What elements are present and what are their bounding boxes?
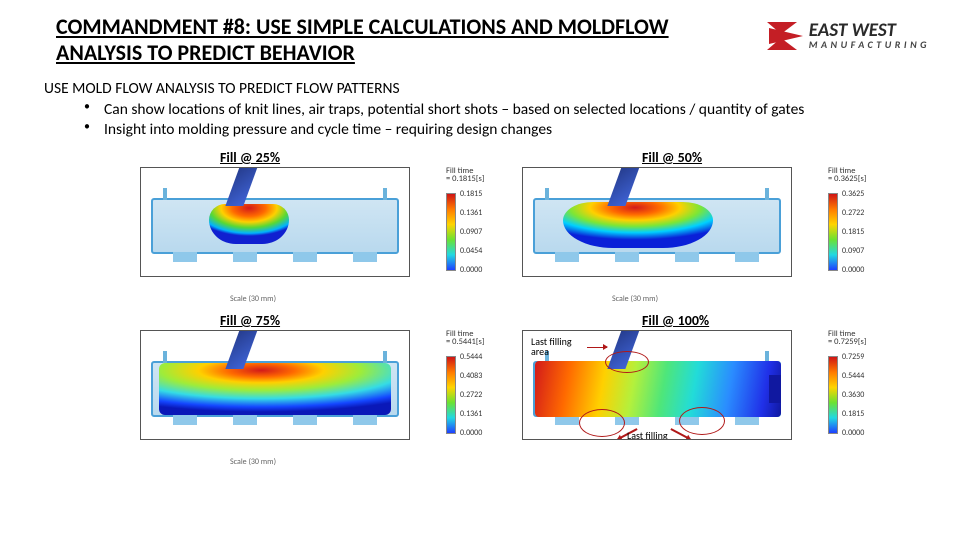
melt-front-icon [159, 363, 391, 415]
color-legend: Fill time = 0.5441[s] 0.5444 0.4083 0.27… [446, 330, 508, 450]
figure-grid: Fill @ 25% Scale (30 mm) Fill time = 0.1… [0, 141, 960, 467]
fill-scene: Last filling area Last filling area [522, 330, 792, 440]
logo-arrow-icon [767, 16, 803, 56]
legend-tick: 0.2722 [460, 390, 482, 400]
legend-gradient-icon [828, 193, 838, 271]
scale-caption: Scale (30 mm) [230, 457, 276, 467]
color-legend: Fill time = 0.1815[s] 0.1815 0.1361 0.09… [446, 167, 508, 287]
legend-gradient-icon [446, 356, 456, 434]
legend-title: Fill time = 0.7259[s] [828, 330, 890, 348]
legend-tick: 0.1815 [842, 409, 864, 419]
legend-title: Fill time = 0.1815[s] [446, 167, 508, 185]
legend-tick: 0.3625 [842, 189, 864, 199]
panel-label: Fill @ 100% [642, 312, 709, 329]
legend-tick: 0.0454 [460, 246, 482, 256]
annotation-text: Last filling area [627, 431, 668, 440]
fill-scene [522, 167, 792, 277]
annotation-text: Last filling area [531, 337, 572, 358]
legend-tick: 0.2722 [842, 208, 864, 218]
bullet-item: Insight into molding pressure and cycle … [74, 120, 930, 139]
legend-gradient-icon [828, 356, 838, 434]
panel-label: Fill @ 75% [220, 312, 280, 329]
company-logo: EAST WEST MANUFACTURING [767, 16, 930, 56]
fill-panel-100: Fill @ 100% Last filling area Last filli… [522, 312, 890, 467]
fill-panel-50: Fill @ 50% Scale (30 mm) Fill time = 0.3… [522, 149, 890, 304]
bullet-item: Can show locations of knit lines, air tr… [74, 100, 930, 119]
fill-scene [140, 330, 410, 440]
legend-tick: 0.1815 [842, 227, 864, 237]
melt-front-icon [535, 361, 781, 417]
legend-tick: 0.0000 [842, 428, 864, 438]
legend-tick: 0.0000 [460, 265, 482, 275]
legend-tick: 0.7259 [842, 352, 864, 362]
legend-gradient-icon [446, 193, 456, 271]
legend-tick: 0.5444 [842, 371, 864, 381]
subtitle: USE MOLD FLOW ANALYSIS TO PREDICT FLOW P… [44, 79, 930, 98]
panel-label: Fill @ 50% [642, 149, 702, 166]
fill-panel-75: Fill @ 75% Scale (30 mm) Fill time = 0.5… [140, 312, 508, 467]
legend-tick: 0.4083 [460, 371, 482, 381]
content-body: USE MOLD FLOW ANALYSIS TO PREDICT FLOW P… [0, 73, 960, 140]
legend-title: Fill time = 0.3625[s] [828, 167, 890, 185]
legend-tick: 0.0907 [460, 227, 482, 237]
annotation-circle-icon [579, 409, 625, 437]
header: COMMANDMENT #8: USE SIMPLE CALCULATIONS … [0, 0, 960, 73]
bullet-list: Can show locations of knit lines, air tr… [44, 100, 930, 140]
legend-tick: 0.0907 [842, 246, 864, 256]
legend-tick: 0.5444 [460, 352, 482, 362]
annotation-circle-icon [605, 351, 649, 373]
melt-front-icon [209, 204, 289, 244]
color-legend: Fill time = 0.3625[s] 0.3625 0.2722 0.18… [828, 167, 890, 287]
legend-tick: 0.1361 [460, 409, 482, 419]
legend-title: Fill time = 0.5441[s] [446, 330, 508, 348]
annotation-circle-icon [679, 407, 725, 435]
slide-title: COMMANDMENT #8: USE SIMPLE CALCULATIONS … [56, 14, 676, 67]
color-legend: Fill time = 0.7259[s] 0.7259 0.5444 0.36… [828, 330, 890, 450]
scale-caption: Scale (30 mm) [612, 294, 658, 304]
legend-tick: 0.1361 [460, 208, 482, 218]
legend-tick: 0.3630 [842, 390, 864, 400]
fill-scene [140, 167, 410, 277]
scale-caption: Scale (30 mm) [230, 294, 276, 304]
legend-tick: 0.1815 [460, 189, 482, 199]
fill-panel-25: Fill @ 25% Scale (30 mm) Fill time = 0.1… [140, 149, 508, 304]
logo-sub-text: MANUFACTURING [809, 40, 930, 50]
panel-label: Fill @ 25% [220, 149, 280, 166]
melt-front-icon [563, 202, 713, 248]
annotation-arrow-icon [587, 347, 607, 349]
legend-tick: 0.0000 [842, 265, 864, 275]
legend-tick: 0.0000 [460, 428, 482, 438]
